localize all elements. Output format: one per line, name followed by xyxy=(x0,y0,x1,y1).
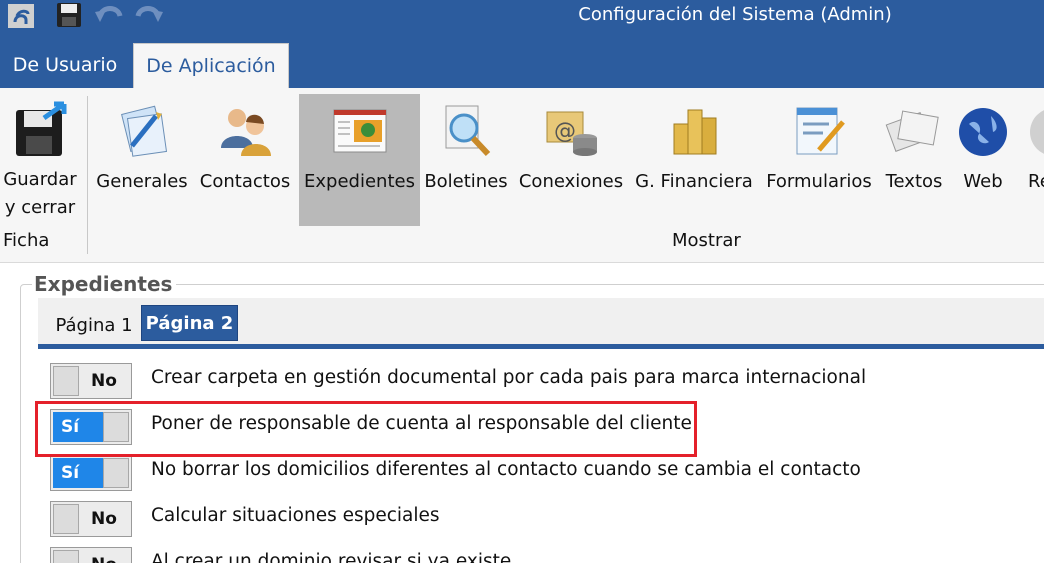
tab-pagina-2[interactable]: Página 2 xyxy=(141,305,238,341)
forms-icon xyxy=(796,107,845,155)
expedientes-label: Expedientes xyxy=(304,171,415,192)
conexiones-button[interactable]: @ Conexiones xyxy=(516,94,626,226)
redo-icon[interactable] xyxy=(134,0,164,30)
save-icon[interactable] xyxy=(56,0,82,30)
toggle-state: No xyxy=(79,504,129,534)
toggle-switch[interactable]: Sí xyxy=(50,409,132,445)
toggle-switch[interactable]: No xyxy=(50,363,132,399)
generales-label: Generales xyxy=(96,171,188,192)
floppy-save-close-icon xyxy=(16,101,67,156)
contactos-button[interactable]: Contactos xyxy=(197,94,293,226)
svg-text:@: @ xyxy=(554,119,576,144)
group-label-ficha: Ficha xyxy=(3,230,50,251)
toggle-state: Sí xyxy=(53,412,105,442)
finance-coins-icon xyxy=(673,109,717,155)
textos-button[interactable]: Textos xyxy=(880,94,948,226)
toggle-knob xyxy=(53,366,79,396)
option-row: No Calcular situaciones especiales xyxy=(50,501,1044,537)
window-title: Configuración del Sistema (Admin) xyxy=(578,4,892,25)
bulletins-search-icon xyxy=(445,105,491,157)
tab-de-usuario[interactable]: De Usuario xyxy=(0,43,130,88)
general-settings-icon xyxy=(121,105,168,157)
toggle-knob xyxy=(103,458,129,488)
toggle-knob xyxy=(53,504,79,534)
re-button-partial[interactable]: Re xyxy=(1022,94,1044,226)
formularios-label: Formularios xyxy=(766,171,872,192)
re-label: Re xyxy=(1028,171,1044,192)
toggle-switch[interactable]: Sí xyxy=(50,455,132,491)
page-tabs: Página 1 Página 2 xyxy=(38,298,1044,344)
web-button[interactable]: Web xyxy=(953,94,1013,226)
generales-button[interactable]: Generales xyxy=(95,94,189,226)
contactos-label: Contactos xyxy=(199,171,291,192)
tab-de-aplicacion[interactable]: De Aplicación xyxy=(133,43,289,88)
tab-underline xyxy=(38,344,1044,349)
boletines-label: Boletines xyxy=(424,171,508,192)
toggle-switch[interactable]: No xyxy=(50,547,132,563)
tab-pagina-1[interactable]: Página 1 xyxy=(46,311,142,341)
guardar-y-cerrar-button[interactable]: Guardar y cerrar xyxy=(0,94,80,226)
dossiers-icon xyxy=(333,109,386,153)
toggle-knob xyxy=(103,412,129,442)
app-logo-icon[interactable] xyxy=(6,0,36,30)
title-bar: Configuración del Sistema (Admin) xyxy=(0,0,1044,43)
option-row: No Crear carpeta en gestión documental p… xyxy=(50,363,1044,399)
option-row: Sí Poner de responsable de cuenta al res… xyxy=(50,409,1044,445)
toggle-state: Sí xyxy=(53,458,105,488)
option-label: Al crear un dominio revisar si ya existe xyxy=(151,551,512,563)
option-label: Poner de responsable de cuenta al respon… xyxy=(151,413,692,434)
web-label: Web xyxy=(963,171,1003,192)
conexiones-label: Conexiones xyxy=(518,171,624,192)
toggle-knob xyxy=(53,550,79,563)
y-cerrar-label: y cerrar xyxy=(4,197,76,218)
settings-content: Expedientes Página 1 Página 2 No Crear c… xyxy=(0,264,1044,563)
ribbon: Guardar y cerrar Generales Contactos Exp… xyxy=(0,88,1044,263)
boletines-button[interactable]: Boletines xyxy=(421,94,511,226)
g-financiera-label: G. Financiera xyxy=(635,171,753,192)
section-title: Expedientes xyxy=(32,272,177,296)
globe-icon xyxy=(959,108,1007,156)
contacts-icon xyxy=(221,109,271,156)
ribbon-group-separator xyxy=(87,96,88,254)
toggle-state: No xyxy=(79,550,129,563)
option-label: Calcular situaciones especiales xyxy=(151,505,440,526)
formularios-button[interactable]: Formularios xyxy=(761,94,877,226)
undo-icon[interactable] xyxy=(94,0,124,30)
toggle-switch[interactable]: No xyxy=(50,501,132,537)
textos-label: Textos xyxy=(885,171,943,192)
option-label: Crear carpeta en gestión documental por … xyxy=(151,367,867,388)
option-label: No borrar los domicilios diferentes al c… xyxy=(151,459,861,480)
connections-icon: @ xyxy=(546,111,597,156)
ribbon-tab-bar: De Usuario De Aplicación xyxy=(0,43,1044,88)
g-financiera-button[interactable]: G. Financiera xyxy=(631,94,757,226)
option-row: Sí No borrar los domicilios diferentes a… xyxy=(50,455,1044,491)
option-row: No Al crear un dominio revisar si ya exi… xyxy=(50,547,1044,563)
texts-icon xyxy=(885,110,939,152)
expedientes-button[interactable]: Expedientes xyxy=(299,94,420,226)
group-label-mostrar: Mostrar xyxy=(672,230,741,251)
toggle-state: No xyxy=(79,366,129,396)
partial-icon xyxy=(1030,110,1044,154)
guardar-label: Guardar xyxy=(3,169,77,190)
